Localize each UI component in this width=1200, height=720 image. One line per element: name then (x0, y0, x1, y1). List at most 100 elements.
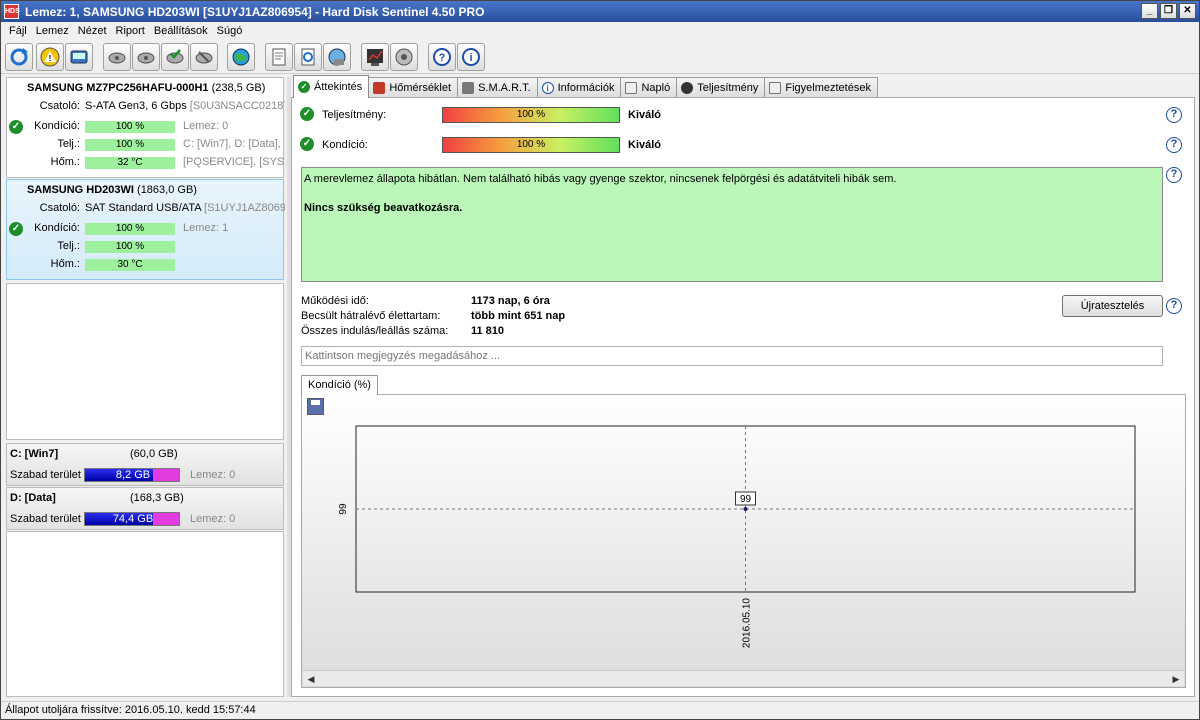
save-icon[interactable] (307, 398, 324, 415)
gauge-icon (681, 82, 694, 94)
tab-log[interactable]: Napló (620, 77, 678, 98)
menu-report[interactable]: Riport (112, 22, 150, 40)
ok-check-icon: ✓ (9, 120, 23, 134)
tab-overview[interactable]: ✓ Áttekintés (293, 75, 370, 98)
chart-icon (367, 49, 383, 66)
window-title: Lemez: 1, SAMSUNG HD203WI [S1UYJ1AZ80695… (25, 5, 485, 19)
connector-label: Csatoló: (39, 202, 80, 214)
hdd-test-4-icon (195, 51, 213, 64)
tab-performance[interactable]: Teljesítmény (676, 77, 766, 98)
note-input[interactable] (301, 346, 1163, 366)
log-icon (625, 82, 638, 94)
globe-button[interactable] (227, 43, 255, 71)
info-button[interactable]: i (457, 43, 485, 71)
disk-item-ssd[interactable]: SAMSUNG MZ7PC256HAFU-000H1 (238,5 GB) Cs… (6, 77, 285, 178)
title-bar[interactable]: HDS Lemez: 1, SAMSUNG HD203WI [S1UYJ1AZ8… (1, 1, 1199, 22)
overview-panel: ✓ Teljesítmény: 100 % Kiváló ? ✓ Kondíci… (291, 97, 1195, 697)
health-chart-panel: 99 99 2016.05.10 ◀ ▶ (301, 394, 1186, 688)
temp-label: Hőm.: (50, 258, 80, 270)
performance-bar: 100 % (442, 107, 620, 123)
hdd-test-3-button[interactable] (161, 43, 189, 71)
menu-view[interactable]: Nézet (74, 22, 112, 40)
chart-tab-health[interactable]: Kondíció (%) (301, 375, 378, 395)
partition-disk-number: Lemez: 0 (190, 513, 236, 525)
refresh-button[interactable] (5, 43, 33, 71)
sync-icon (301, 48, 315, 66)
app-window: HDS Lemez: 1, SAMSUNG HD203WI [S1UYJ1AZ8… (0, 0, 1200, 720)
connector-value: SAT Standard USB/ATA (85, 202, 201, 214)
partition-disk-number: Lemez: 0 (190, 469, 236, 481)
hdd-test-1-icon (108, 52, 126, 64)
hdd-test-4-button[interactable] (190, 43, 218, 71)
status-description: A merevlemez állapota hibátlan. Nem talá… (301, 167, 1163, 282)
scroll-left-icon[interactable]: ◀ (304, 672, 318, 686)
info-icon: i (462, 48, 480, 66)
menu-file[interactable]: Fájl (5, 22, 32, 40)
health-bar: 100 % (442, 137, 620, 153)
sync-button[interactable] (294, 43, 322, 71)
ok-check-icon: ✓ (300, 107, 314, 121)
sound-button[interactable] (390, 43, 418, 71)
data-point (743, 507, 748, 511)
health-bar: 100 % (85, 223, 175, 235)
partition-name: D: [Data] (10, 492, 56, 504)
chart-button[interactable] (361, 43, 389, 71)
connector-value: S-ATA Gen3, 6 Gbps (85, 100, 187, 112)
hdd-test-1-button[interactable] (103, 43, 131, 71)
disk-item-hdd[interactable]: SAMSUNG HD203WI (1863,0 GB) Csatoló: SAT… (6, 179, 285, 280)
partition-list-empty-area (6, 531, 284, 697)
globe-icon (232, 48, 250, 66)
tab-smart[interactable]: S.M.A.R.T. (457, 77, 538, 98)
x-tick-label: 2016.05.10 (742, 598, 753, 648)
tab-bar: ✓ Áttekintés Hőmérséklet S.M.A.R.T. i Info… (293, 75, 878, 98)
info-icon: i (541, 82, 554, 94)
disk-size: (1863,0 GB) (137, 184, 197, 196)
ok-check-icon: ✓ (300, 137, 314, 151)
health-label: Kondíció: (34, 120, 80, 132)
help-icon[interactable]: ? (1166, 167, 1182, 183)
hdd-test-2-icon (137, 52, 155, 64)
temp-bar: 30 °C (85, 259, 175, 271)
health-label: Kondíció: (34, 222, 80, 234)
minimize-button[interactable]: _ (1141, 3, 1158, 19)
temp-bar: 32 °C (85, 157, 175, 169)
menu-disk[interactable]: Lemez (32, 22, 74, 40)
services-value: [PQSERVICE], [SYST (183, 156, 285, 168)
tab-information[interactable]: i Információk (536, 77, 622, 98)
disk-button[interactable] (65, 43, 93, 71)
refresh-icon (10, 48, 28, 66)
horizontal-scrollbar[interactable]: ◀ ▶ (303, 670, 1184, 686)
partition-size: (60,0 GB) (130, 448, 178, 460)
scroll-right-icon[interactable]: ▶ (1169, 672, 1183, 686)
hdd-test-2-button[interactable] (132, 43, 160, 71)
perf-bar: 100 % (85, 139, 175, 151)
partition-item-c[interactable]: C: [Win7] (60,0 GB) Szabad terület 8,2 G… (6, 443, 284, 486)
retest-button[interactable]: Újratesztelés (1062, 295, 1163, 317)
help-button[interactable]: ? (428, 43, 456, 71)
help-icon[interactable]: ? (1166, 298, 1182, 314)
menu-help[interactable]: Súgó (213, 22, 248, 40)
close-button[interactable]: ✕ (1179, 3, 1196, 19)
check-icon: ✓ (298, 81, 310, 93)
partition-item-d[interactable]: D: [Data] (168,3 GB) Szabad terület 74,4… (6, 487, 284, 530)
thermometer-icon (373, 82, 386, 94)
health-bar: 100 % (85, 121, 175, 133)
menu-settings[interactable]: Beállítások (150, 22, 213, 40)
tab-temperature[interactable]: Hőmérséklet (368, 77, 459, 98)
disk-name: SAMSUNG HD203WI (27, 184, 134, 196)
restore-button[interactable]: ❐ (1160, 3, 1177, 19)
sound-icon (395, 48, 413, 66)
report-icon (272, 48, 286, 66)
performance-result: Kiváló (628, 109, 662, 121)
report-button[interactable] (265, 43, 293, 71)
partition-name: C: [Win7] (10, 448, 59, 460)
alert-button[interactable]: ! (36, 43, 64, 71)
help-icon[interactable]: ? (1166, 107, 1182, 123)
help-icon: ? (433, 48, 451, 66)
help-icon[interactable]: ? (1166, 137, 1182, 153)
perf-bar: 100 % (85, 241, 175, 253)
network-button[interactable] (323, 43, 351, 71)
remaining-label: Becsült hátralévő élettartam: (301, 310, 441, 322)
tab-alerts[interactable]: Figyelmeztetések (764, 77, 878, 98)
health-result: Kiváló (628, 139, 662, 151)
